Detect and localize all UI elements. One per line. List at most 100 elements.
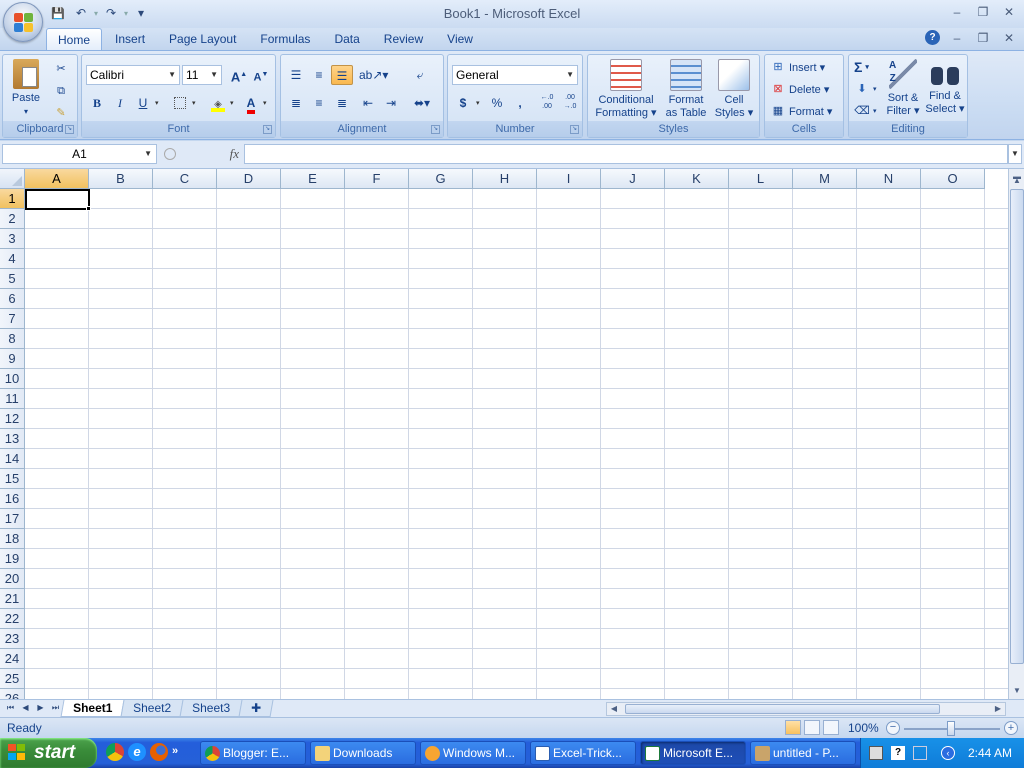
clear-button[interactable]: ⌫ ▾ (854, 101, 876, 121)
font-color-dropdown-icon[interactable]: ▾ (263, 99, 267, 107)
row-header[interactable]: 4 (0, 249, 25, 269)
cell-area[interactable] (25, 189, 1008, 699)
conditional-formatting-button[interactable]: Conditional Formatting ▾ (592, 59, 660, 120)
task-windows-media[interactable]: Windows M... (420, 741, 526, 765)
shrink-font-button[interactable]: A▼ (250, 65, 272, 85)
number-launcher-icon[interactable]: ↘ (570, 125, 579, 134)
insert-cells-button[interactable]: ⊞ Insert ▾ (770, 57, 825, 77)
minimize-icon[interactable]: – (948, 4, 966, 20)
align-bottom-button[interactable]: ☰ (331, 65, 353, 85)
format-painter-button[interactable]: ✎ (53, 103, 69, 123)
sort-filter-button[interactable]: AZ Sort & Filter ▾ (883, 59, 923, 118)
column-header[interactable]: D (217, 169, 281, 189)
column-header[interactable]: E (281, 169, 345, 189)
display-icon[interactable] (913, 746, 927, 760)
row-header[interactable]: 17 (0, 509, 25, 529)
row-header[interactable]: 9 (0, 349, 25, 369)
active-cell[interactable] (25, 189, 90, 210)
fill-handle[interactable] (86, 206, 91, 211)
horizontal-scrollbar[interactable]: ◀ ▶ (606, 702, 1006, 716)
sheet-tab-sheet1[interactable]: Sheet1 (60, 700, 125, 717)
close-icon[interactable]: ✕ (1000, 4, 1018, 20)
align-left-button[interactable]: ≣ (285, 93, 307, 113)
column-header[interactable]: L (729, 169, 793, 189)
formula-input[interactable] (244, 144, 1008, 164)
row-header[interactable]: 21 (0, 589, 25, 609)
tab-view[interactable]: View (436, 28, 484, 50)
expand-formula-bar-icon[interactable]: ▼ (1008, 144, 1022, 164)
font-size-combo[interactable]: 11 ▼ (182, 65, 222, 85)
row-header[interactable]: 12 (0, 409, 25, 429)
scroll-down-icon[interactable]: ▼ (1009, 683, 1024, 699)
align-middle-button[interactable]: ≡ (308, 65, 330, 85)
task-excel-tricks[interactable]: Excel-Trick... (530, 741, 636, 765)
align-top-button[interactable]: ☰ (285, 65, 307, 85)
row-header[interactable]: 14 (0, 449, 25, 469)
paste-dropdown-icon[interactable]: ▾ (9, 105, 43, 118)
column-header[interactable]: C (153, 169, 217, 189)
cut-button[interactable]: ✂ (53, 59, 69, 79)
font-launcher-icon[interactable]: ↘ (263, 125, 272, 134)
page-break-view-icon[interactable] (823, 720, 839, 735)
column-header[interactable]: A (25, 169, 89, 189)
underline-dropdown-icon[interactable]: ▾ (155, 99, 159, 107)
column-header[interactable]: M (793, 169, 857, 189)
column-header[interactable]: O (921, 169, 985, 189)
scroll-right-icon[interactable]: ▶ (991, 701, 1005, 717)
chrome-icon[interactable] (106, 743, 124, 761)
row-header[interactable]: 20 (0, 569, 25, 589)
row-header[interactable]: 5 (0, 269, 25, 289)
next-sheet-icon[interactable]: ▶ (34, 701, 47, 715)
scroll-left-icon[interactable]: ◀ (607, 701, 621, 717)
row-header[interactable]: 24 (0, 649, 25, 669)
format-cells-button[interactable]: ▦ Format ▾ (770, 101, 833, 121)
row-header[interactable]: 15 (0, 469, 25, 489)
currency-button[interactable]: $ (452, 93, 474, 113)
align-center-button[interactable]: ≡ (308, 93, 330, 113)
align-right-button[interactable]: ≣ (331, 93, 353, 113)
wrap-text-button[interactable]: ⤶ (409, 65, 431, 85)
page-layout-view-icon[interactable] (804, 720, 820, 735)
font-color-button[interactable]: A (240, 93, 262, 114)
maximize-icon[interactable]: ❐ (974, 4, 992, 20)
horizontal-scroll-thumb[interactable] (625, 704, 940, 714)
column-header[interactable]: B (89, 169, 153, 189)
fill-dropdown-icon[interactable]: ▾ (230, 99, 234, 107)
row-header[interactable]: 8 (0, 329, 25, 349)
tab-formulas[interactable]: Formulas (249, 28, 321, 50)
row-header[interactable]: 10 (0, 369, 25, 389)
workbook-minimize-icon[interactable]: – (948, 30, 966, 46)
row-header[interactable]: 26 (0, 689, 25, 699)
normal-view-icon[interactable] (785, 720, 801, 735)
autosum-button[interactable]: Σ ▾ (854, 57, 869, 77)
row-header[interactable]: 3 (0, 229, 25, 249)
sheet-tab-sheet2[interactable]: Sheet2 (120, 700, 184, 717)
help-tray-icon[interactable]: ? (891, 746, 905, 760)
insert-function-icon[interactable]: fx (230, 146, 239, 162)
copy-button[interactable]: ⧉ (53, 81, 69, 101)
zoom-out-icon[interactable]: − (886, 721, 900, 735)
last-sheet-icon[interactable]: ⏭ (49, 701, 62, 715)
underline-button[interactable]: U (132, 93, 154, 113)
quick-launch-more-icon[interactable]: » (172, 743, 178, 761)
insert-sheet-button[interactable]: ✚ (238, 700, 275, 717)
column-header[interactable]: N (857, 169, 921, 189)
firefox-icon[interactable] (150, 743, 168, 761)
italic-button[interactable]: I (109, 93, 131, 113)
decrease-indent-button[interactable]: ⇤ (357, 93, 379, 113)
zoom-level[interactable]: 100% (848, 721, 879, 735)
column-header[interactable]: F (345, 169, 409, 189)
row-header[interactable]: 2 (0, 209, 25, 229)
sheet-tab-sheet3[interactable]: Sheet3 (179, 700, 243, 717)
decrease-decimal-button[interactable]: .00 →.0 (559, 93, 581, 113)
grow-font-button[interactable]: A▲ (228, 65, 250, 85)
column-header[interactable]: H (473, 169, 537, 189)
row-header[interactable]: 22 (0, 609, 25, 629)
column-header[interactable]: I (537, 169, 601, 189)
increase-indent-button[interactable]: ⇥ (380, 93, 402, 113)
first-sheet-icon[interactable]: ⏮ (4, 701, 17, 715)
column-header[interactable]: J (601, 169, 665, 189)
row-header[interactable]: 19 (0, 549, 25, 569)
select-all-button[interactable] (0, 169, 25, 189)
row-header[interactable]: 7 (0, 309, 25, 329)
